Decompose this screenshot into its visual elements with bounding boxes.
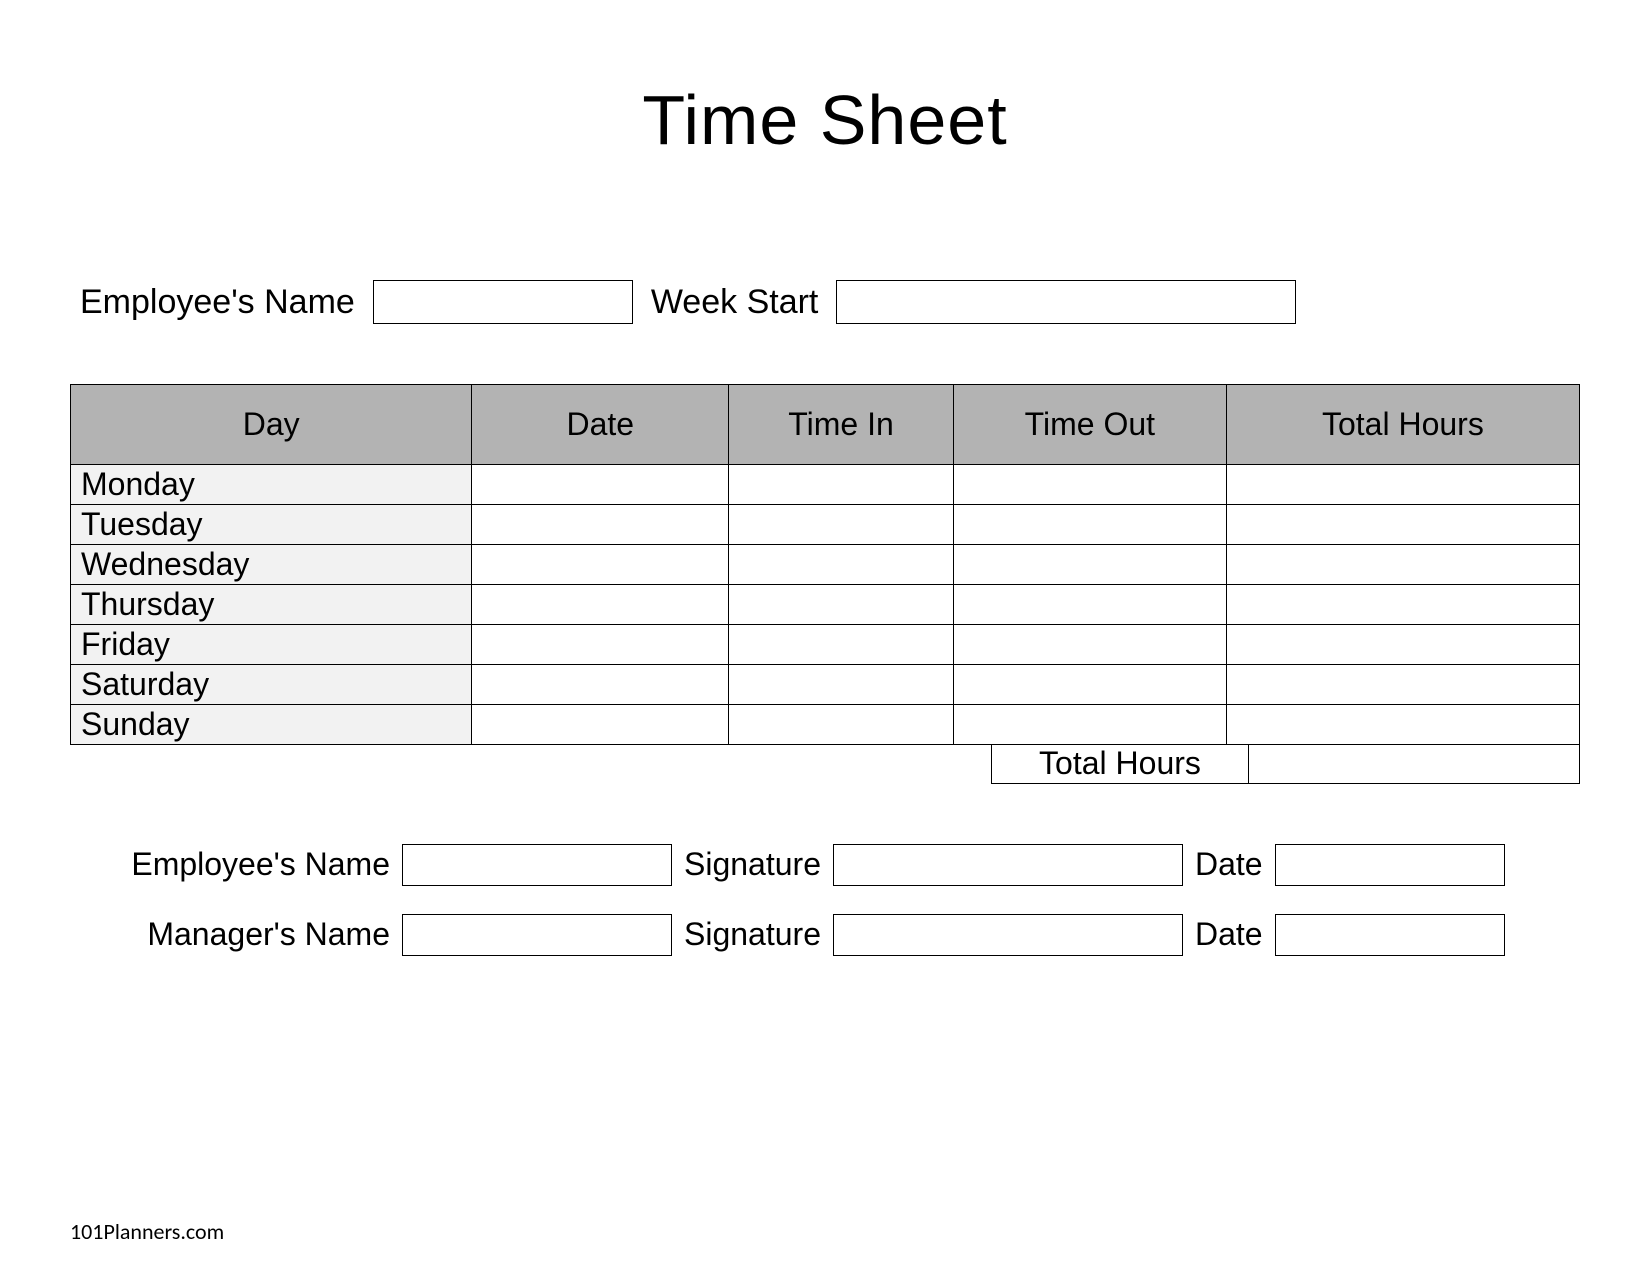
time-out-cell[interactable] [953, 625, 1226, 665]
time-out-cell[interactable] [953, 505, 1226, 545]
date-cell[interactable] [472, 545, 729, 585]
time-out-cell[interactable] [953, 665, 1226, 705]
table-row: Wednesday [71, 545, 1580, 585]
time-out-cell[interactable] [953, 585, 1226, 625]
employee-date-input[interactable] [1275, 844, 1505, 886]
time-in-cell[interactable] [729, 705, 954, 745]
manager-date-input[interactable] [1275, 914, 1505, 956]
total-hours-cell[interactable] [1226, 545, 1579, 585]
day-cell: Wednesday [71, 545, 472, 585]
employee-name-sig-label: Employee's Name [110, 846, 390, 883]
manager-name-sig-input[interactable] [402, 914, 672, 956]
totals-row: Total Hours [70, 744, 1580, 784]
time-out-cell[interactable] [953, 545, 1226, 585]
col-header-day: Day [71, 385, 472, 465]
time-in-cell[interactable] [729, 665, 954, 705]
total-hours-cell[interactable] [1226, 625, 1579, 665]
footer-attribution: 101Planners.com [70, 1218, 224, 1245]
time-in-cell[interactable] [729, 505, 954, 545]
manager-signature-row: Manager's Name Signature Date [110, 914, 1560, 956]
date-cell[interactable] [472, 505, 729, 545]
time-in-cell[interactable] [729, 545, 954, 585]
table-row: Sunday [71, 705, 1580, 745]
table-row: Monday [71, 465, 1580, 505]
date-cell[interactable] [472, 585, 729, 625]
total-hours-cell[interactable] [1226, 505, 1579, 545]
day-cell: Thursday [71, 585, 472, 625]
manager-name-sig-label: Manager's Name [110, 916, 390, 953]
timesheet-table: Day Date Time In Time Out Total Hours Mo… [70, 384, 1580, 745]
col-header-total-hours: Total Hours [1226, 385, 1579, 465]
day-cell: Saturday [71, 665, 472, 705]
col-header-time-out: Time Out [953, 385, 1226, 465]
page-title: Time Sheet [70, 80, 1580, 160]
table-row: Tuesday [71, 505, 1580, 545]
date-cell[interactable] [472, 625, 729, 665]
day-cell: Sunday [71, 705, 472, 745]
total-hours-cell[interactable] [1226, 665, 1579, 705]
date-cell[interactable] [472, 705, 729, 745]
date-cell[interactable] [472, 665, 729, 705]
col-header-time-in: Time In [729, 385, 954, 465]
manager-date-label: Date [1195, 916, 1263, 953]
week-start-input[interactable] [836, 280, 1296, 324]
employee-name-input[interactable] [373, 280, 633, 324]
table-row: Saturday [71, 665, 1580, 705]
top-fields-row: Employee's Name Week Start [70, 280, 1580, 324]
employee-date-label: Date [1195, 846, 1263, 883]
employee-signature-label: Signature [684, 846, 821, 883]
total-hours-cell[interactable] [1226, 585, 1579, 625]
totals-label: Total Hours [991, 744, 1248, 784]
manager-signature-label: Signature [684, 916, 821, 953]
total-hours-cell[interactable] [1226, 705, 1579, 745]
totals-value-cell[interactable] [1248, 744, 1580, 784]
employee-name-sig-input[interactable] [402, 844, 672, 886]
employee-name-label: Employee's Name [80, 283, 355, 322]
table-row: Friday [71, 625, 1580, 665]
day-cell: Friday [71, 625, 472, 665]
day-cell: Tuesday [71, 505, 472, 545]
time-in-cell[interactable] [729, 585, 954, 625]
week-start-label: Week Start [651, 283, 819, 322]
table-row: Thursday [71, 585, 1580, 625]
time-in-cell[interactable] [729, 625, 954, 665]
signature-block: Employee's Name Signature Date Manager's… [70, 844, 1580, 956]
employee-signature-row: Employee's Name Signature Date [110, 844, 1560, 886]
manager-signature-input[interactable] [833, 914, 1183, 956]
time-out-cell[interactable] [953, 705, 1226, 745]
total-hours-cell[interactable] [1226, 465, 1579, 505]
time-out-cell[interactable] [953, 465, 1226, 505]
time-in-cell[interactable] [729, 465, 954, 505]
day-cell: Monday [71, 465, 472, 505]
date-cell[interactable] [472, 465, 729, 505]
employee-signature-input[interactable] [833, 844, 1183, 886]
col-header-date: Date [472, 385, 729, 465]
